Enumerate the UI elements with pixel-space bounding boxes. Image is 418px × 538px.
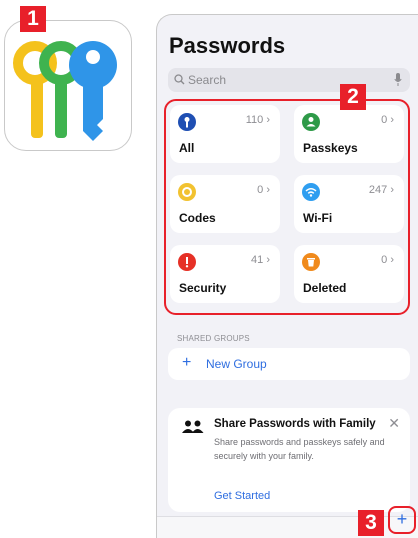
tile-count: 0 › xyxy=(381,114,394,126)
microphone-icon[interactable] xyxy=(394,73,402,86)
tile-codes[interactable]: 0 › Codes xyxy=(170,175,280,233)
plus-icon: + xyxy=(396,509,408,529)
tile-all[interactable]: 110 › All xyxy=(170,105,280,163)
tile-label: Codes xyxy=(179,211,216,225)
person-icon xyxy=(302,113,320,131)
add-password-button[interactable]: + xyxy=(388,506,416,534)
passwords-app-icon[interactable] xyxy=(4,20,132,151)
tile-label: Wi-Fi xyxy=(303,211,333,225)
passwords-screen: Passwords Search 110 › All 0 › Passkeys xyxy=(156,14,418,538)
tile-count: 110 › xyxy=(245,114,270,126)
trash-icon xyxy=(302,253,320,271)
key-icon xyxy=(178,113,196,131)
family-description: Share passwords and passkeys safely and … xyxy=(214,437,385,461)
code-icon xyxy=(178,183,196,201)
tile-deleted[interactable]: 0 › Deleted xyxy=(294,245,404,303)
tile-count: 0 › xyxy=(257,184,270,196)
people-icon xyxy=(182,420,204,433)
search-input[interactable]: Search xyxy=(168,68,410,92)
tile-passkeys[interactable]: 0 › Passkeys xyxy=(294,105,404,163)
tile-label: All xyxy=(179,141,195,155)
tile-wifi[interactable]: 247 › Wi-Fi xyxy=(294,175,404,233)
tile-label: Passkeys xyxy=(303,141,358,155)
close-icon[interactable]: ✕ xyxy=(388,415,400,432)
tile-count: 0 › xyxy=(381,254,394,266)
callout-2: 2 xyxy=(340,84,366,110)
search-icon xyxy=(174,74,185,85)
tile-count: 247 › xyxy=(368,184,394,196)
page-title: Passwords xyxy=(169,33,286,58)
get-started-link[interactable]: Get Started xyxy=(214,490,270,502)
callout-1: 1 xyxy=(20,6,46,32)
tile-count: 41 › xyxy=(251,254,270,266)
search-placeholder: Search xyxy=(188,73,227,87)
family-sharing-card: Share Passwords with Family ✕ Share pass… xyxy=(168,408,410,512)
keys-icon xyxy=(13,41,117,141)
plus-icon: + xyxy=(182,354,192,371)
wifi-icon xyxy=(302,183,320,201)
new-group-button[interactable]: + New Group xyxy=(168,348,410,380)
family-title: Share Passwords with Family xyxy=(214,418,376,430)
exclamation-icon xyxy=(178,253,196,271)
tile-security[interactable]: 41 › Security xyxy=(170,245,280,303)
new-group-label: New Group xyxy=(206,357,267,371)
tile-label: Deleted xyxy=(303,281,347,295)
tile-label: Security xyxy=(179,281,227,295)
shared-groups-header: SHARED GROUPS xyxy=(177,334,250,343)
callout-3: 3 xyxy=(358,510,384,536)
